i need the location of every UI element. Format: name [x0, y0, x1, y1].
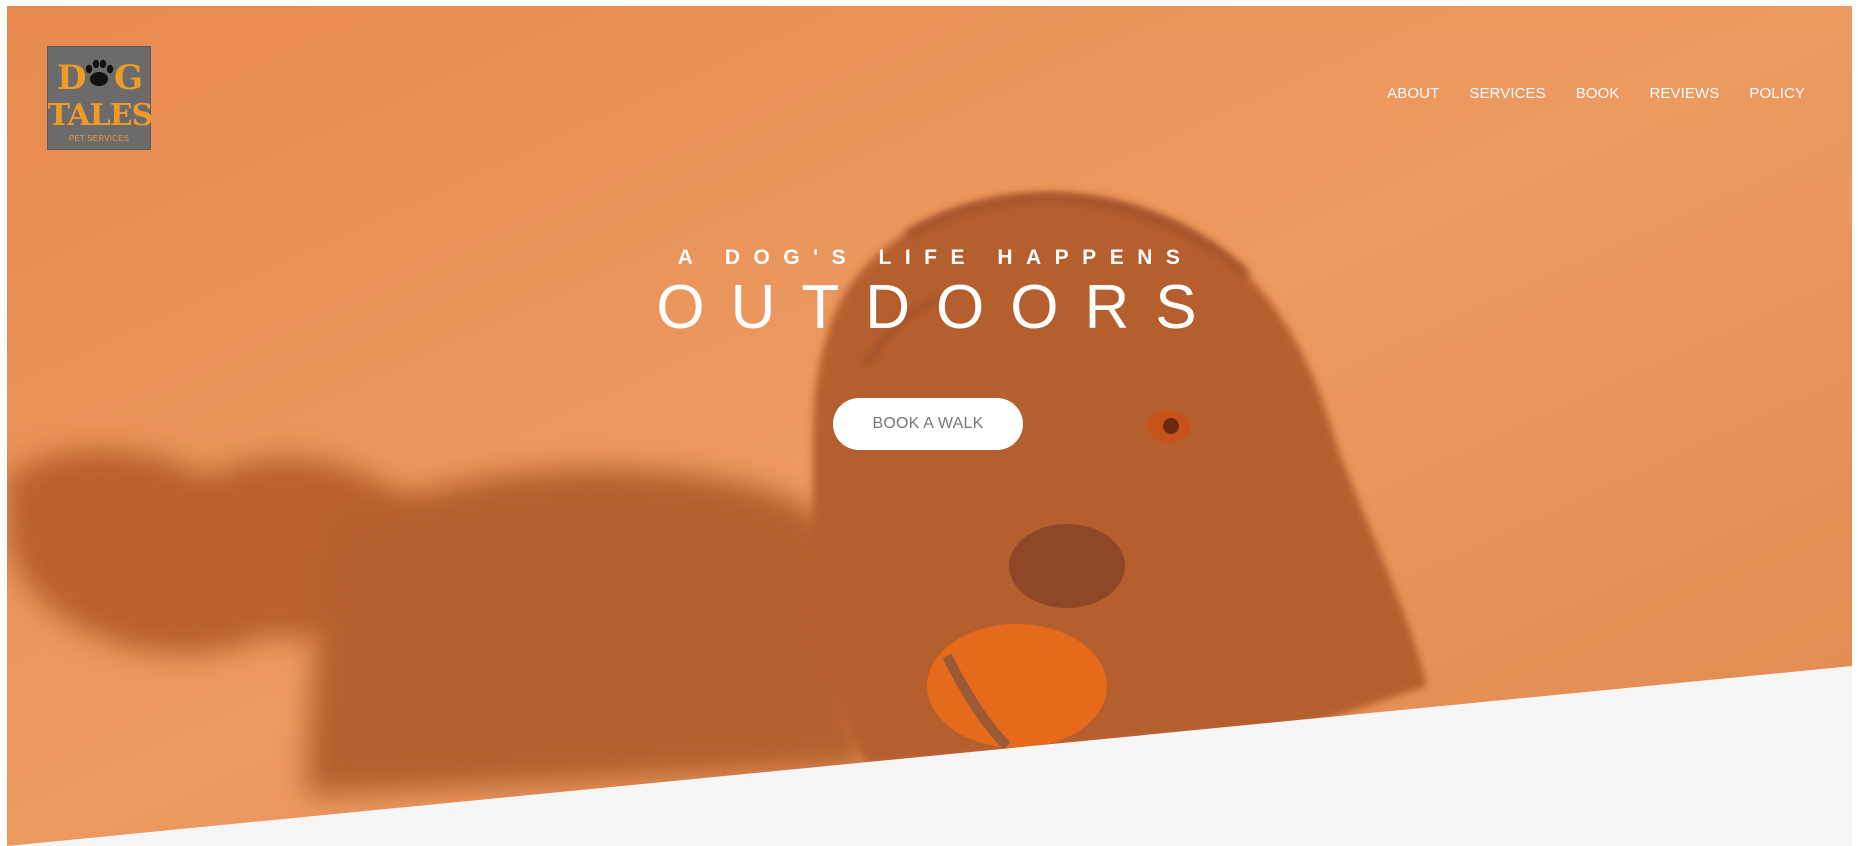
book-a-walk-button[interactable]: BOOK A WALK: [833, 398, 1023, 450]
nav-item-about[interactable]: ABOUT: [1387, 85, 1439, 102]
logo-word-tales: TALES: [48, 98, 152, 133]
nav-item-reviews[interactable]: REVIEWS: [1649, 85, 1719, 102]
logo-letter-d: D: [57, 58, 86, 98]
page: D G TALES PET SERVICES ABOUT SERVICES BO…: [0, 0, 1858, 846]
site-logo[interactable]: D G TALES PET SERVICES: [47, 46, 152, 150]
hero-section: D G TALES PET SERVICES ABOUT SERVICES BO…: [7, 6, 1852, 846]
hero-tagline: A DOG'S LIFE HAPPENS: [677, 246, 1194, 269]
main-nav: ABOUT SERVICES BOOK REVIEWS POLICY: [1387, 85, 1805, 102]
hero-headline: OUTDOORS: [656, 273, 1223, 342]
nav-item-services[interactable]: SERVICES: [1469, 85, 1545, 102]
logo-letter-g: G: [114, 58, 143, 98]
logo-caption: PET SERVICES: [68, 134, 130, 143]
nav-item-policy[interactable]: POLICY: [1749, 85, 1805, 102]
nav-item-book[interactable]: BOOK: [1576, 85, 1620, 102]
paw-print-icon: [85, 59, 114, 86]
